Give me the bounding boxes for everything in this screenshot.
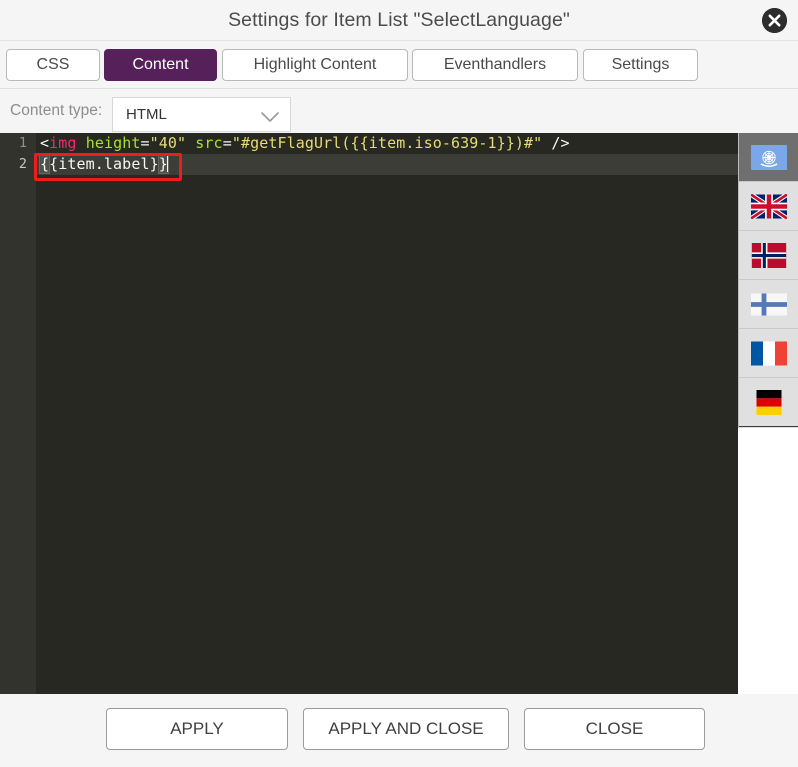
dialog-title: Settings for Item List "SelectLanguage" <box>228 9 570 31</box>
code-token: = <box>140 134 150 152</box>
code-token: img <box>49 134 77 152</box>
flag-row-no[interactable] <box>739 231 798 280</box>
code-token: "40" <box>149 134 187 152</box>
code-token: src <box>195 134 223 152</box>
code-token: /> <box>542 134 570 152</box>
finland-flag-icon <box>750 292 787 317</box>
content-type-label: Content type: <box>10 102 103 119</box>
flag-preview-panel <box>738 133 798 428</box>
code-token: height <box>85 134 141 152</box>
close-button[interactable]: CLOSE <box>524 708 705 750</box>
tab-settings[interactable]: Settings <box>583 49 698 81</box>
tab-css[interactable]: CSS <box>6 49 100 81</box>
apply-and-close-button[interactable]: APPLY AND CLOSE <box>303 708 509 750</box>
dialog-footer: APPLY APPLY AND CLOSE CLOSE <box>0 694 798 767</box>
code-token: { <box>38 154 51 174</box>
dialog-titlebar: Settings for Item List "SelectLanguage" <box>0 0 798 41</box>
norway-flag-icon <box>751 242 787 268</box>
uk-flag-icon <box>750 193 787 219</box>
france-flag-icon <box>750 341 787 366</box>
content-type-value: HTML <box>126 106 167 123</box>
content-type-select[interactable]: HTML <box>112 97 291 132</box>
close-circle-icon[interactable] <box>762 8 787 33</box>
code-editor[interactable]: 1 2 <img height="40" src="#getFlagUrl({{… <box>0 133 738 694</box>
text-caret <box>166 155 168 172</box>
line-number-1: 1 <box>18 135 27 151</box>
code-line-2: {{item.label}} <box>38 154 169 175</box>
code-token: = <box>222 134 232 152</box>
code-token: "#getFlagUrl({{item.iso-639-1}})#" <box>231 134 543 152</box>
code-line-1: <img height="40" src="#getFlagUrl({{item… <box>40 133 570 154</box>
apply-button[interactable]: APPLY <box>106 708 288 750</box>
un-flag-icon <box>750 144 787 170</box>
code-token: < <box>40 134 50 152</box>
settings-dialog: Settings for Item List "SelectLanguage" … <box>0 0 798 767</box>
flag-row-fi[interactable] <box>739 280 798 329</box>
tab-bar: CSS Content Highlight Content Eventhandl… <box>0 41 798 89</box>
editor-gutter: 1 2 <box>0 133 36 694</box>
tab-highlight-content[interactable]: Highlight Content <box>222 49 408 81</box>
line-number-2: 2 <box>18 156 27 172</box>
flag-row-fr[interactable] <box>739 329 798 378</box>
chevron-down-icon <box>261 110 279 128</box>
germany-flag-icon <box>751 389 787 415</box>
flag-row-gb[interactable] <box>739 182 798 231</box>
tab-content[interactable]: Content <box>104 49 217 81</box>
code-token: {item.label} <box>49 155 159 173</box>
flag-row-de[interactable] <box>739 378 798 427</box>
tab-eventhandlers[interactable]: Eventhandlers <box>412 49 578 81</box>
flag-row-un[interactable] <box>739 133 798 182</box>
